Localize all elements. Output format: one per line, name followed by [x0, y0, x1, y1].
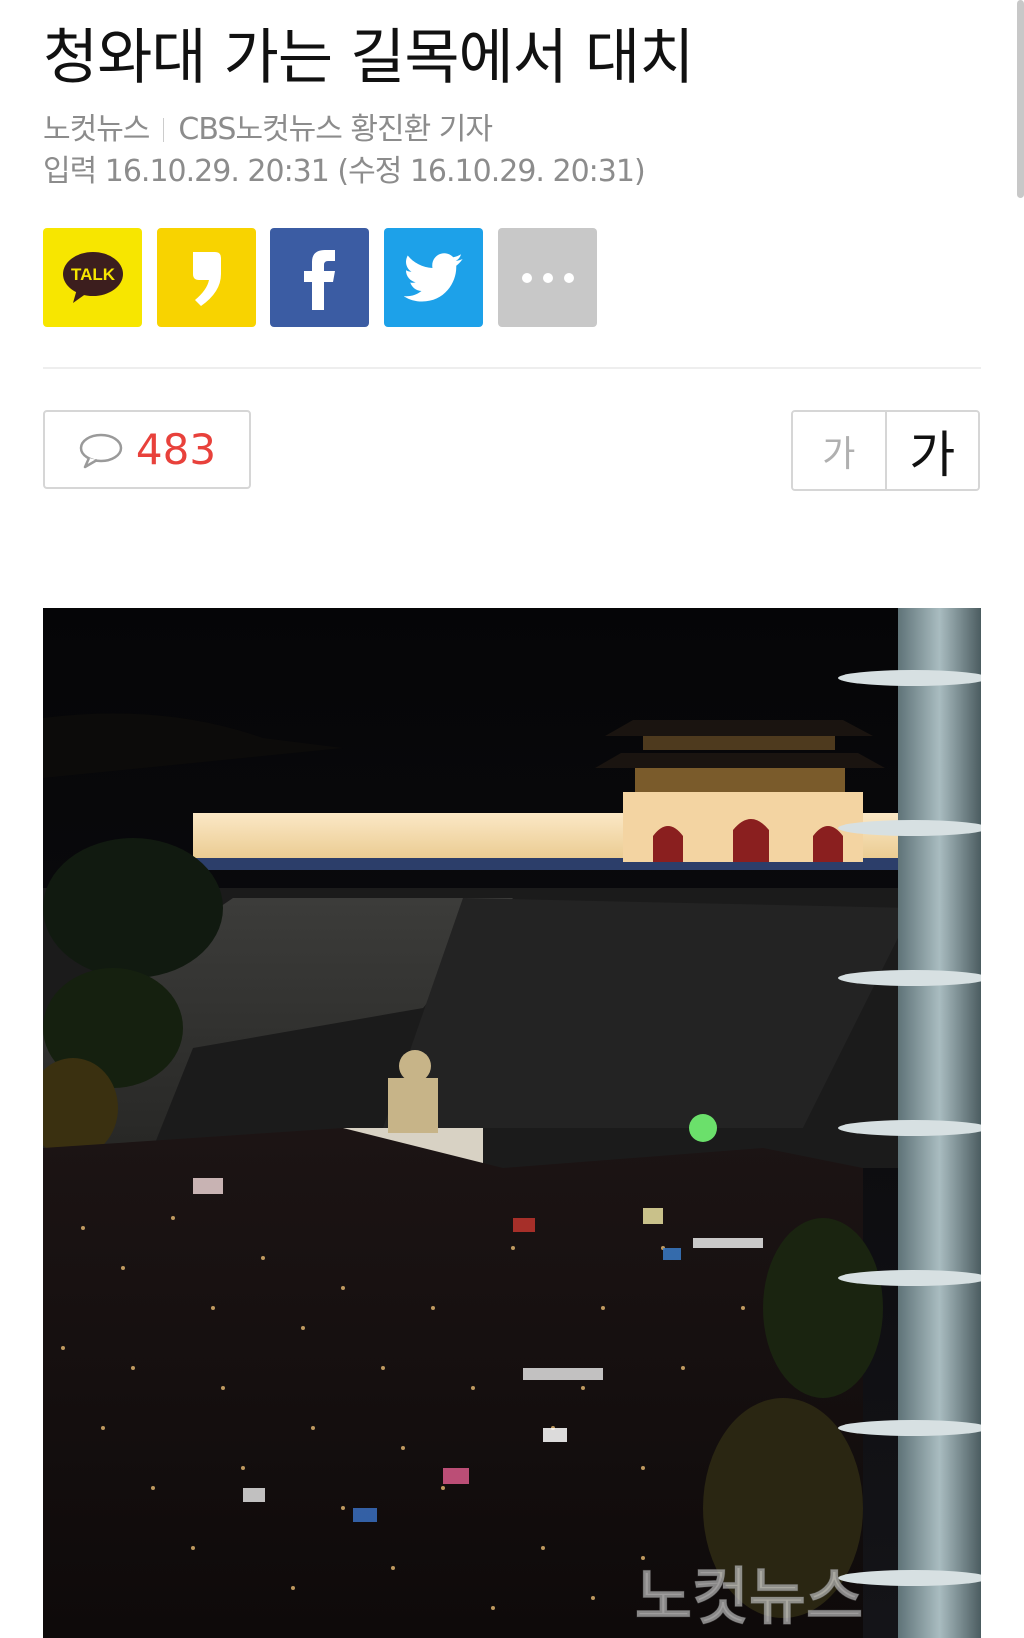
- article-dateline: 입력 16.10.29. 20:31 (수정 16.10.29. 20:31): [43, 154, 646, 189]
- speech-bubble-icon: [79, 433, 123, 468]
- share-twitter-button[interactable]: [384, 228, 483, 327]
- article-page: 청와대 가는 길목에서 대치 노컷뉴스 CBS노컷뉴스 황진환 기자 입력 16.…: [0, 0, 1024, 1638]
- share-facebook-button[interactable]: [270, 228, 369, 327]
- increase-font-button[interactable]: 가: [886, 412, 978, 489]
- font-size-control: 가 가: [791, 410, 980, 491]
- article-photo[interactable]: 노컷뉴스: [43, 608, 981, 1638]
- facebook-icon: [303, 249, 335, 310]
- byline: 노컷뉴스 CBS노컷뉴스 황진환 기자: [43, 110, 493, 150]
- byline-separator: [163, 118, 165, 142]
- kakaotalk-icon: TALK: [62, 251, 123, 303]
- comment-count: 483: [135, 424, 217, 474]
- photo-watermark: 노컷뉴스: [635, 1560, 863, 1633]
- comments-button[interactable]: 483: [43, 410, 251, 489]
- reporter-name: CBS노컷뉴스 황진환 기자: [178, 112, 493, 147]
- share-kakaostory-button[interactable]: [157, 228, 256, 327]
- protest-photo-illustration: 노컷뉴스: [43, 608, 981, 1638]
- twitter-icon: [403, 252, 463, 301]
- kakaotalk-label: TALK: [70, 265, 115, 284]
- share-more-button[interactable]: [498, 228, 597, 327]
- share-kakaotalk-button[interactable]: TALK: [43, 228, 142, 327]
- decrease-font-button[interactable]: 가: [793, 412, 887, 489]
- kakaostory-icon: [192, 251, 221, 306]
- more-dots-icon: [521, 272, 574, 283]
- news-source[interactable]: 노컷뉴스: [43, 112, 150, 147]
- section-divider: [43, 367, 981, 369]
- article-headline: 청와대 가는 길목에서 대치: [43, 23, 694, 93]
- scrollbar[interactable]: [1017, 0, 1024, 198]
